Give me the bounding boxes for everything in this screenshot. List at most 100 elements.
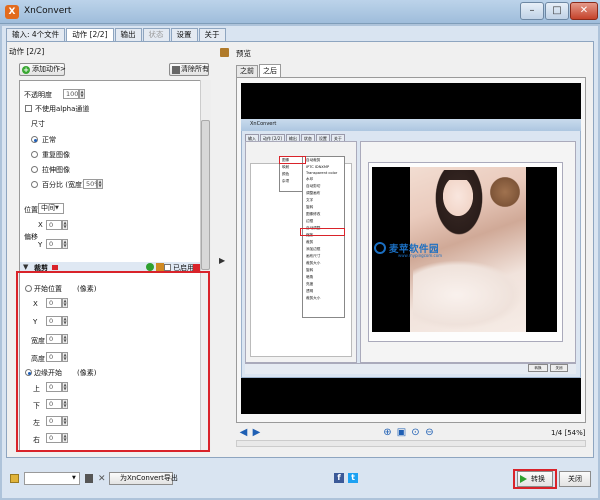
size-normal-radio[interactable] <box>31 136 38 143</box>
watermark-url: www.mypingcom.com <box>398 253 443 258</box>
tab-status[interactable]: 状态 <box>142 28 170 41</box>
photo-pillow <box>413 260 523 330</box>
preview-icon <box>220 48 229 57</box>
photo-teddy-bear <box>488 172 522 212</box>
save-icon[interactable] <box>85 474 93 483</box>
export-button[interactable]: 为XnConvert导出 <box>109 472 178 485</box>
tab-settings[interactable]: 设置 <box>170 28 198 41</box>
opacity-stepper[interactable]: ▲ ▼ <box>79 89 85 99</box>
bottom-bar <box>6 462 594 492</box>
minimize-button[interactable]: – <box>520 2 544 20</box>
move-up-icon[interactable] <box>146 263 154 271</box>
inner-highlight-box-item <box>300 228 345 236</box>
size-percent-label: 百分比 (宽度) <box>42 181 85 189</box>
size-label: 尺寸 <box>31 120 45 128</box>
photo-face <box>443 180 473 216</box>
inner-submenu-item: 裁剪大小 <box>306 296 321 300</box>
inner-submenu-item: 裁剪大小 <box>306 261 321 265</box>
tab-input[interactable]: 输入: 4个文件 <box>6 28 66 41</box>
page-info: 1/4 [54%] <box>551 429 586 437</box>
percent-stepper[interactable]: ▲ ▼ <box>97 179 103 189</box>
size-stretch-label: 拉伸图像 <box>42 166 70 174</box>
tab-about[interactable]: 关于 <box>198 28 226 41</box>
plus-icon: + <box>22 66 30 74</box>
inner-bottom-bar <box>245 363 576 374</box>
crop-icon <box>52 265 58 270</box>
inner-submenu-item: 自动剪切 <box>306 184 321 188</box>
inner-submenu-item: 旋转 <box>306 268 314 272</box>
move-down-icon[interactable] <box>156 263 164 271</box>
x-label: X <box>38 221 43 229</box>
inner-submenu-item: 旋转 <box>306 205 314 209</box>
preview-scrollbar[interactable] <box>236 440 586 447</box>
collapse-arrow-icon[interactable]: ▼ <box>23 263 28 271</box>
inner-submenu-item: 自动裁剪 <box>306 158 321 162</box>
opacity-input[interactable]: 100 <box>63 89 79 99</box>
inner-submenu: 自动裁剪 IPTC IDNXMP Transparent color 水印 自动… <box>302 156 345 318</box>
close-window-button[interactable]: ✕ <box>570 2 598 20</box>
tab-output[interactable]: 输出 <box>114 28 142 41</box>
position-select[interactable]: 中间 <box>38 203 64 214</box>
enabled-checkbox[interactable] <box>164 264 171 271</box>
y-input[interactable]: 0 <box>46 239 62 249</box>
zoom-in-icon[interactable]: ⊕ <box>382 428 393 439</box>
inner-submenu-item: 添加边框 <box>306 247 321 251</box>
size-stretch-radio[interactable] <box>31 166 38 173</box>
scrollbar-thumb[interactable] <box>201 120 210 270</box>
inner-submenu-item: 亮度 <box>306 282 314 286</box>
splitter-arrow-icon[interactable]: ▶ <box>219 256 225 265</box>
percent-input[interactable]: 50% <box>83 179 100 189</box>
tab-before[interactable]: 之前 <box>236 65 258 77</box>
title-bar <box>0 0 600 24</box>
x-input[interactable]: 0 <box>46 220 62 230</box>
inner-submenu-item: 画布尺寸 <box>306 254 321 258</box>
size-normal-label: 正常 <box>42 136 56 144</box>
preview-label: 预览 <box>236 49 251 58</box>
inner-title-bar <box>241 119 581 131</box>
inner-submenu-item: 裁剪 <box>306 240 314 244</box>
watermark-logo-icon <box>374 242 386 254</box>
size-tile-radio[interactable] <box>31 151 38 158</box>
chevron-down-icon: ▼ <box>72 475 76 481</box>
tab-after[interactable]: 之后 <box>259 64 281 77</box>
fit-icon[interactable]: ▣ <box>396 428 407 439</box>
previous-icon[interactable]: ◀ <box>238 428 249 439</box>
inner-submenu-item: 边框 <box>306 219 314 223</box>
preview-letterbox-bottom <box>241 378 581 414</box>
main-tabs: 输入: 4个文件 动作 [2/2] 输出 状态 设置 关于 <box>6 28 227 42</box>
y-label: Y <box>38 241 43 249</box>
folder-icon[interactable] <box>10 474 19 483</box>
no-alpha-checkbox[interactable] <box>25 105 32 112</box>
inner-close-button: 关闭 <box>550 364 568 372</box>
inner-submenu-item: 水印 <box>306 177 314 181</box>
remove-action-icon[interactable] <box>193 264 200 271</box>
inner-submenu-item: 调整画布 <box>306 191 321 195</box>
inner-submenu-item: 文字 <box>306 198 314 202</box>
facebook-icon[interactable]: f <box>334 473 344 483</box>
inner-convert-button: 转换 <box>528 364 548 372</box>
x-stepper[interactable]: ▲ ▼ <box>62 220 68 230</box>
app-icon: X <box>5 5 19 19</box>
highlight-box-crop <box>16 271 210 452</box>
next-icon[interactable]: ▶ <box>251 428 262 439</box>
y-stepper[interactable]: ▲ ▼ <box>62 239 68 249</box>
highlight-box-convert <box>513 469 557 489</box>
no-alpha-label: 不使用alpha通道 <box>35 105 90 113</box>
chevron-down-icon: ▼ <box>55 205 59 211</box>
maximize-button[interactable]: □ <box>545 2 569 20</box>
opacity-label: 不透明度 <box>24 91 52 99</box>
twitter-icon[interactable]: t <box>348 473 358 483</box>
inner-highlight-box-menu <box>279 156 306 164</box>
tab-actions[interactable]: 动作 [2/2] <box>66 28 114 42</box>
inner-submenu-item: 暗角 <box>306 275 314 279</box>
actual-size-icon[interactable]: ⊙ <box>410 428 421 439</box>
zoom-out-icon[interactable]: ⊖ <box>424 428 435 439</box>
offset-label: 偏移 <box>24 233 38 241</box>
actions-count-label: 动作 [2/2] <box>9 47 45 56</box>
preview-letterbox-top <box>241 83 581 119</box>
inner-title: XnConvert <box>250 121 277 127</box>
close-button[interactable]: 关闭 <box>559 471 591 487</box>
delete-icon[interactable]: ✕ <box>98 474 106 484</box>
position-label: 位置 <box>24 206 38 214</box>
size-percent-radio[interactable] <box>31 181 38 188</box>
